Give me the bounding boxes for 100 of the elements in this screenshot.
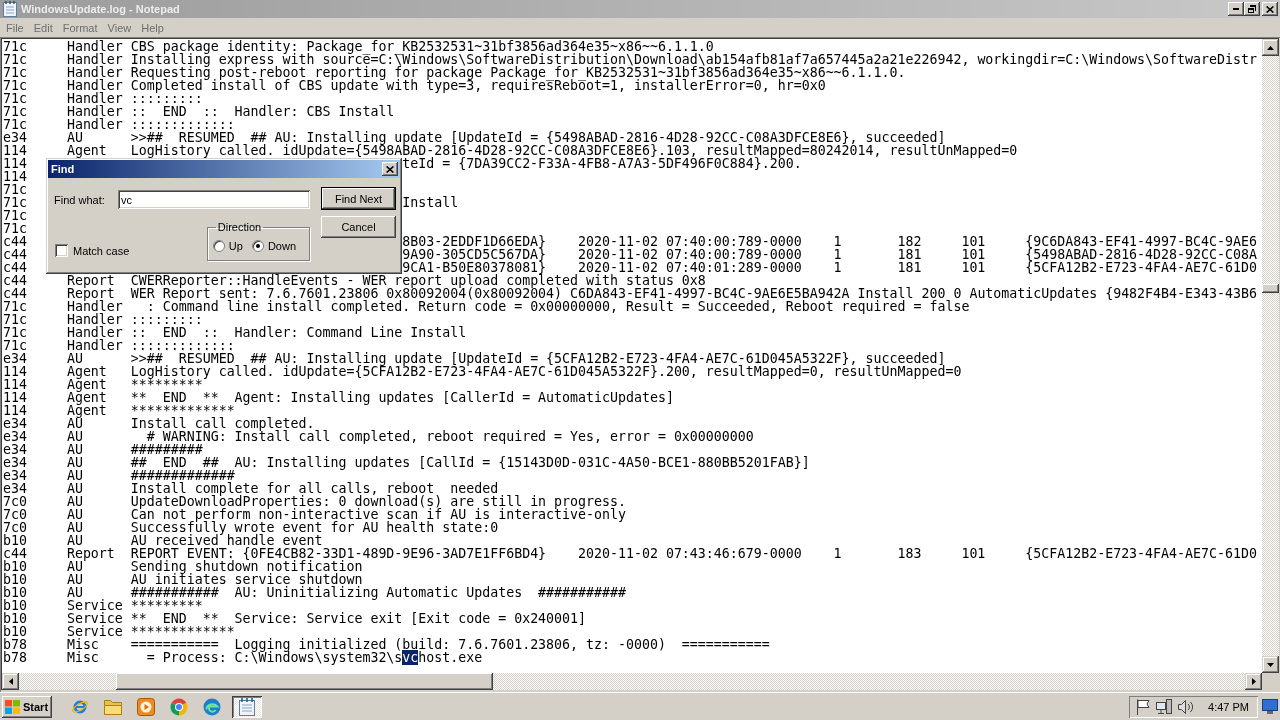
log-line: b78 Misc =========== Logging initialized (build: 7.6.7601.23806, tz: -0000) =========== [3,638,771,651]
log-line: 71c Handler : Command line install completed. Return code = 0x00000000, Result = Succeeded, Reboot required = false [3,300,970,313]
speaker-icon[interactable] [1178,698,1195,715]
down-arrow-icon [1267,662,1274,667]
log-thread-id: 71c [3,221,27,236]
log-line: 7c0 AU Can not perform non-interactive scan if AU is interactive-only [3,508,627,521]
log-line: e34 AU ############# [3,469,235,482]
log-line: 71c Handler ::::::::::::: [3,118,236,131]
up-arrow-icon [1267,45,1274,50]
log-line: e34 AU Install complete for all calls, reboot needed [3,482,499,495]
close-icon [386,165,394,173]
log-line: b10 AU AU received handle event [3,534,323,547]
log-line-fragment: teId = {7DA39CC2-F33A-4FB8-A7A3-5DF496F0C884}.200. [402,156,802,171]
close-icon [1266,5,1274,13]
folder-icon[interactable] [104,698,122,715]
field-label: Find what: [54,193,106,206]
log-text: b78 Misc = Process: C:\Windows\system32\s [3,650,403,665]
scroll-right-button[interactable] [1245,673,1262,690]
log-line: 114 Agent LogHistory called. idUpdate={5498ABAD-2816-4D28-92CC-C08A3DFCE8E6}.103, resultMapped=80242014, resultUnMapped=0 [3,144,1019,157]
group-label: Direction [216,221,263,234]
log-thread-id: 71c [3,208,27,223]
log-line: b10 AU Sending shutdown notification [3,560,363,573]
menu-item[interactable]: View [102,21,137,34]
log-text: host.exe [418,650,483,665]
log-thread-id: 71c [3,182,27,197]
log-thread-id: c44 [3,247,27,262]
log-line: 71c Handler Requesting post-reboot reporting for package Package_for_KB2532531~31bf3856ad364e35~x86~~6.1.1.0. [3,66,906,79]
radio-button[interactable] [251,240,264,252]
close-button[interactable] [382,162,398,176]
restore-button[interactable] [1244,2,1260,16]
log-line: e34 AU >>## RESUMED ## AU: Installing update [UpdateId = {5498ABAD-2816-4D28-92CC-C08A3DFCE8E6}, succeeded] [3,131,946,144]
log-line: c44 Report REPORT EVENT: {0FE4CB82-33D1-489D-9E96-3AD7E1FF6BD4} 2020-11-02 07:43:46:679-0000 1 183 101 {5CFA12B2-E723-4FA4-AE7C-61D0 [3,547,1258,560]
segmented-circle-icon[interactable] [170,697,188,716]
left-arrow-icon [8,678,13,685]
log-line: b10 AU ########### AU: Uninitializing Automatic Updates ########### [3,586,627,599]
log-line: 114 Agent ** END ** Agent: Installing updates [CallerId = AutomaticUpdates] [3,391,675,404]
log-line-fragment: Install [402,195,459,210]
log-line: e34 AU ## END ## AU: Installing updates [CallId = {15143D0D-031C-4A50-BCE1-880BB5201FAB}] [3,456,811,469]
dialog-title: Find [51,163,75,175]
window-title: WindowsUpdate.log - Notepad [21,3,180,15]
tiles-icon [5,699,20,714]
scroll-down-button[interactable] [1262,656,1279,673]
log-line: 71c Handler ::::::::: [3,313,204,326]
minimize-button[interactable] [1228,2,1244,16]
selected-text: vc [402,650,419,665]
play-icon[interactable] [137,697,155,716]
log-line: c44 Report CWERReporter::HandleEvents - WER report upload completed with status 0x8 [3,274,707,287]
log-thread-id: 114 [3,156,27,171]
scrollbar-thumb[interactable] [116,673,493,690]
dialog-button[interactable]: Find Next [321,187,396,210]
log-line: 71c Handler CBS package identity: Package_for_KB2532531~31bf3856ad364e35~x86~~6.1.1.0 [3,40,714,53]
log-line: e34 AU # WARNING: Install call completed, reboot required = Yes, error = 0x00000000 [3,430,755,443]
notepad-icon [239,697,255,716]
log-line: 71c Handler Completed install of CBS update with type=3, requiresReboot=1, installerError=0, hr=0x0 [3,79,826,92]
restore-icon [1248,5,1256,13]
clock[interactable]: 4:47 PM [1208,700,1249,713]
radio-button[interactable] [212,240,225,252]
notepad-icon [3,1,17,17]
text-editor[interactable] [2,39,1262,673]
log-thread-id: c44 [3,234,27,249]
flag-icon[interactable] [1136,698,1151,715]
radio-label: Down [267,240,296,252]
log-line: b10 AU AU initiates service shutdown [3,573,363,586]
log-line: b10 Service ********* [3,599,204,612]
scrollbar-thumb[interactable] [1262,284,1279,293]
monitor-icon[interactable] [1262,699,1278,714]
horizontal-scrollbar[interactable] [2,673,1262,690]
taskbar-window-button[interactable] [232,695,262,718]
find-what-field[interactable]: vc [118,190,310,209]
scroll-up-button[interactable] [1262,39,1279,56]
computer-icon[interactable] [1156,698,1173,715]
dialog-button[interactable]: Cancel [321,216,396,238]
start-button[interactable]: Start [2,695,52,718]
radio-label: Up [228,240,243,252]
log-line: 114 Agent ********* [3,378,203,391]
log-line: e34 AU >>## RESUMED ## AU: Installing update [UpdateId = {5CFA12B2-E723-4FA4-AE7C-61D045A5322F}, succeeded] [3,352,946,365]
minimize-icon [1233,8,1239,10]
log-thread-id: 114 [3,169,27,184]
log-line: 114 Agent ************* [3,404,235,417]
vertical-scrollbar[interactable] [1262,39,1279,673]
swirl-icon[interactable] [203,697,221,716]
log-thread-id: 71c [3,195,27,210]
scroll-left-button[interactable] [2,673,19,690]
log-line: 71c Handler :: END :: Handler: CBS Install [3,105,396,118]
log-line: 114 Agent LogHistory called. idUpdate={5CFA12B2-E723-4FA4-AE7C-61D045A5322F}.200, resultMapped=0, resultUnMapped=0 [3,365,963,378]
log-thread-id: c44 [3,260,27,275]
log-line: b10 Service ** END ** Service: Service exit [Exit code = 0x240001] [3,612,588,625]
log-line: 71c Handler :: END :: Handler: Command Line Install [3,326,468,339]
log-line: b10 Service ************* [3,625,236,638]
log-line: e34 AU ######### [3,443,204,456]
log-line: 71c Handler ::::::::: [3,92,204,105]
checkbox-label: Match case [73,244,130,257]
log-line: 71c Handler Installing express with source=C:\Windows\SoftwareDistribution\Download\ab154afb81af7a657445a2a21e226942, workingdir=C:\Windows\SoftwareDistr [3,53,1258,66]
log-line: 71c Handler ::::::::::::: [3,339,236,352]
log-line-fragment: 8B03-2EDDF1D66EDA} 2020-11-02 07:40:00:789-0000 1 182 101 {9C6DA843-EF41-4997-BC4C-9AE6 [402,234,1257,249]
checkbox[interactable] [55,244,68,257]
log-line: c44 Report WER Report sent: 7.6.7601.23806 0x80092004(0x80092004) C6DA843-EF41-4997-BC4C-9AE6E5BA942A Install 200 0 AutomaticUpdates {9482F4B4-E343-43B6 [3,287,1258,300]
close-button[interactable] [1262,2,1278,16]
log-line: 7c0 AU UpdateDownloadProperties: 0 download(s) are still in progress. [3,495,627,508]
log-line: 7c0 AU Successfully wrote event for AU health state:0 [3,521,499,534]
